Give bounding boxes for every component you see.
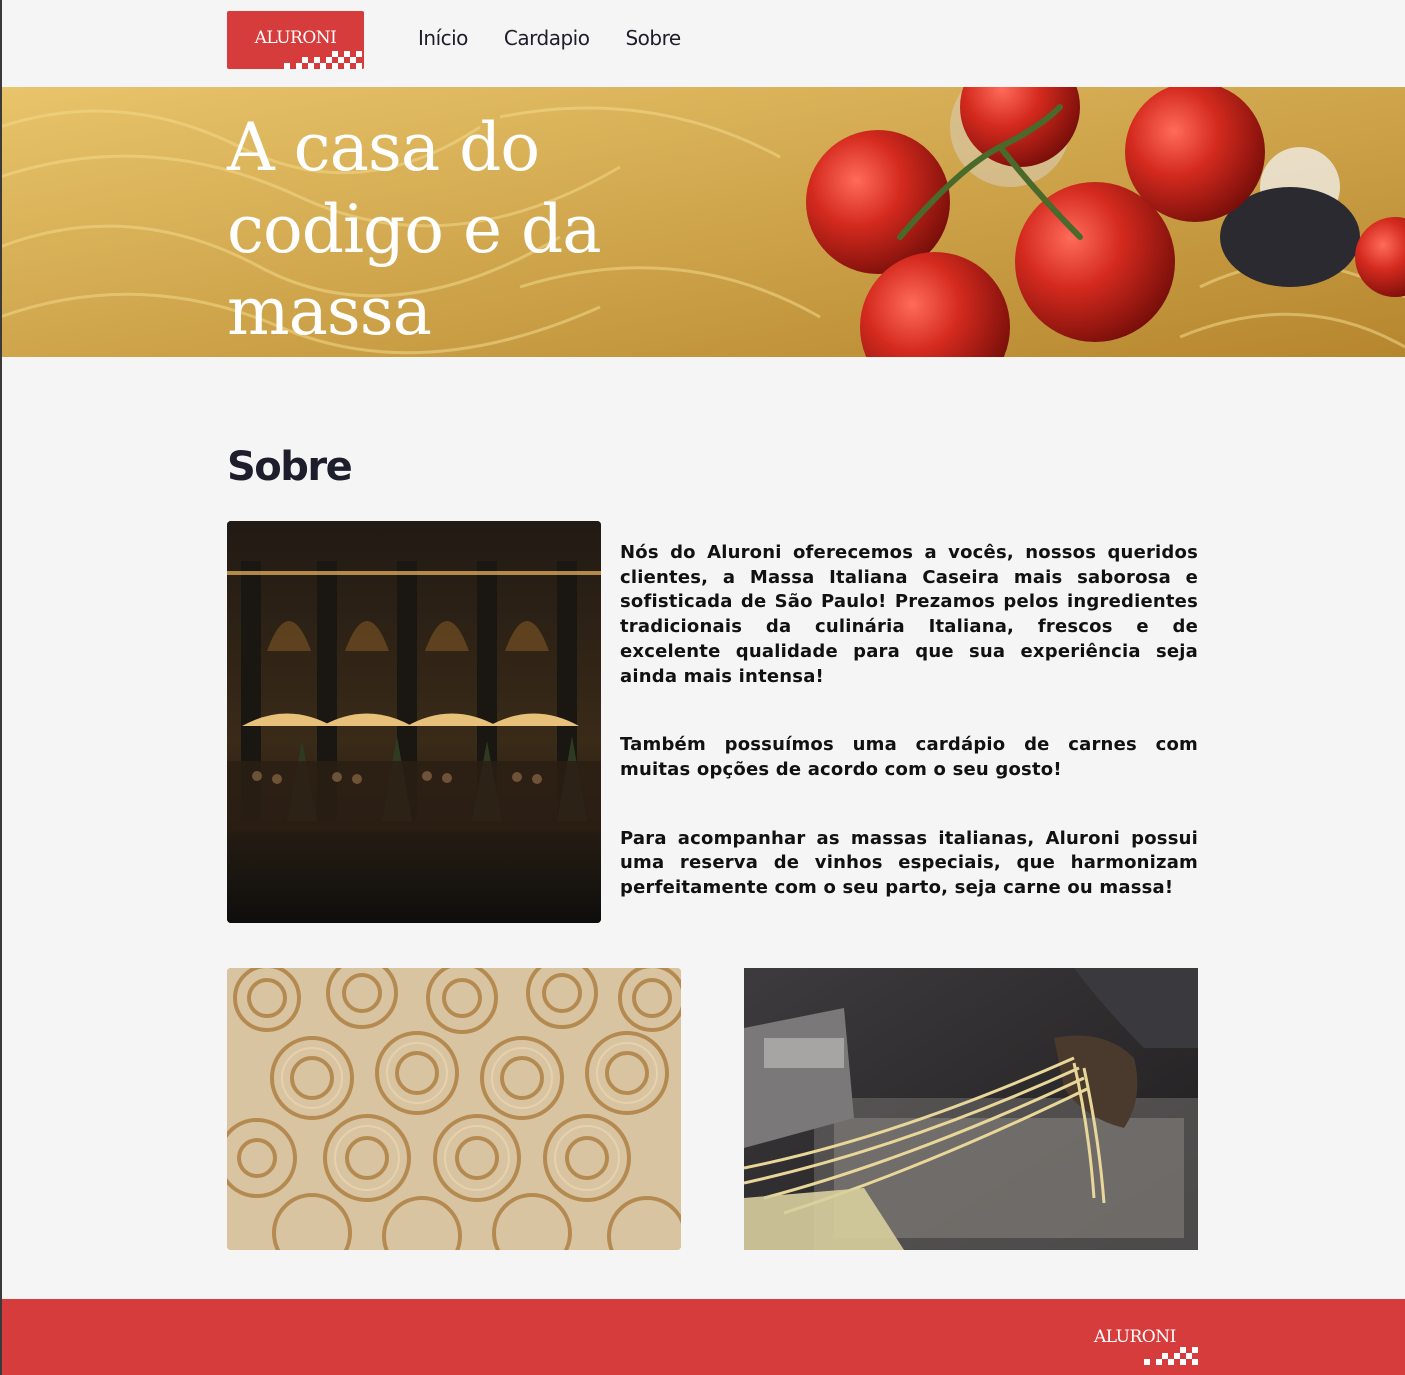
site-header: ALURONI Início Cardapio Sobre <box>0 0 1405 87</box>
about-title: Sobre <box>227 444 353 490</box>
checkered-flag-icon <box>280 49 364 69</box>
main-nav: Início Cardapio Sobre <box>418 26 681 50</box>
hero-banner: A casa do codigo e da massa <box>0 87 1405 357</box>
nav-link-sobre[interactable]: Sobre <box>625 26 681 50</box>
nav-link-inicio[interactable]: Início <box>418 26 468 50</box>
footer-logo-text: ALURONI <box>1094 1327 1176 1347</box>
about-paragraph-1: Nós do Aluroni oferecemos a vocês, nosso… <box>620 542 1198 687</box>
nav-link-cardapio[interactable]: Cardapio <box>504 26 590 50</box>
about-paragraph-3: Para acompanhar as massas italianas, Alu… <box>620 827 1198 899</box>
site-footer: ALURONI <box>0 1299 1405 1375</box>
pasta-nests-photo <box>227 968 681 1250</box>
checkered-flag-icon <box>1144 1347 1198 1365</box>
restaurant-terrace-photo <box>227 521 601 923</box>
hero-title: A casa do codigo e da massa <box>227 109 602 350</box>
footer-logo[interactable]: ALURONI <box>1092 1319 1200 1365</box>
about-paragraph-2: Também possuímos uma cardápio de carnes … <box>620 734 1198 780</box>
chef-hands-pasta-photo <box>744 968 1198 1250</box>
pasta-tomatoes-photo <box>0 87 1405 357</box>
window-edge <box>0 0 2 1375</box>
brand-logo[interactable]: ALURONI <box>227 11 364 69</box>
brand-logo-text: ALURONI <box>254 28 337 48</box>
about-text: Nós do Aluroni oferecemos a vocês, nosso… <box>620 541 1198 945</box>
